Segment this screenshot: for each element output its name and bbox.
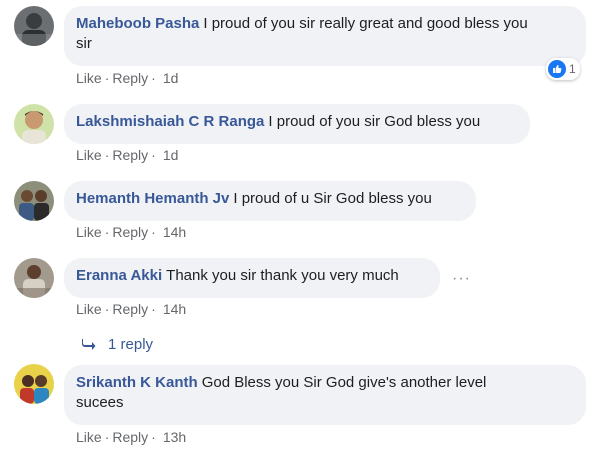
comment-text: sir [76,35,92,52]
comment-bubble: Hemanth Hemanth Jv I proud of u Sir God b… [64,181,476,221]
reply-arrow-icon [82,338,96,350]
avatar[interactable] [14,364,54,404]
separator: · [151,301,156,317]
comment-text: God Bless you Sir God give's another lev… [201,374,487,391]
timestamp[interactable]: 14h [163,301,186,317]
avatar[interactable] [14,258,54,298]
reply-link[interactable]: Reply [112,301,148,317]
separator: · [151,429,156,445]
separator: · [104,301,110,317]
comment-bubble: Srikanth K Kanth God Bless you Sir God gi… [64,365,586,425]
avatar[interactable] [14,6,54,46]
comment-actions: Like · Reply · 14h [76,301,186,317]
comment-actions: Like · Reply · 13h [76,429,186,445]
reply-link[interactable]: Reply [112,70,148,86]
like-link[interactable]: Like [76,147,102,163]
separator: · [151,70,156,86]
view-replies-link[interactable]: 1 reply [82,336,153,353]
separator: · [151,147,156,163]
comment-text: sucees [76,394,124,411]
reaction-badge[interactable]: 1 [546,58,580,80]
reply-link[interactable]: Reply [112,224,148,240]
comment-author[interactable]: Maheboob Pasha [76,15,199,32]
comment-text: Thank you sir thank you very much [166,267,399,284]
reply-link[interactable]: Reply [112,147,148,163]
separator: · [104,147,110,163]
timestamp[interactable]: 1d [163,70,179,86]
comment-text: I proud of you sir really great and good… [203,15,528,32]
like-link[interactable]: Like [76,301,102,317]
reaction-count: 1 [569,62,576,76]
more-options-icon[interactable]: ··· [452,270,471,288]
thumbs-up-icon [548,60,566,78]
comment-bubble: Maheboob Pasha I proud of you sir really … [64,6,586,66]
timestamp[interactable]: 1d [163,147,179,163]
comment-author[interactable]: Srikanth K Kanth [76,374,198,391]
comment-bubble: Lakshmishaiah C R Ranga I proud of you si… [64,104,530,144]
replies-count[interactable]: 1 reply [108,336,153,353]
comment-author[interactable]: Hemanth Hemanth Jv [76,190,229,207]
like-link[interactable]: Like [76,224,102,240]
avatar[interactable] [14,104,54,144]
comment-actions: Like · Reply · 1d [76,147,178,163]
separator: · [104,429,110,445]
comment-actions: Like · Reply · 14h [76,224,186,240]
timestamp[interactable]: 13h [163,429,186,445]
comment-actions: Like · Reply · 1d [76,70,178,86]
comment-author[interactable]: Eranna Akki [76,267,162,284]
like-link[interactable]: Like [76,429,102,445]
comment-text: I proud of you sir God bless you [268,113,481,130]
timestamp[interactable]: 14h [163,224,186,240]
comment-text: I proud of u Sir God bless you [233,190,432,207]
reply-link[interactable]: Reply [112,429,148,445]
separator: · [151,224,156,240]
like-link[interactable]: Like [76,70,102,86]
avatar[interactable] [14,181,54,221]
comment-author[interactable]: Lakshmishaiah C R Ranga [76,113,264,130]
comment-bubble: Eranna Akki Thank you sir thank you very … [64,258,440,298]
separator: · [104,224,110,240]
separator: · [104,70,110,86]
